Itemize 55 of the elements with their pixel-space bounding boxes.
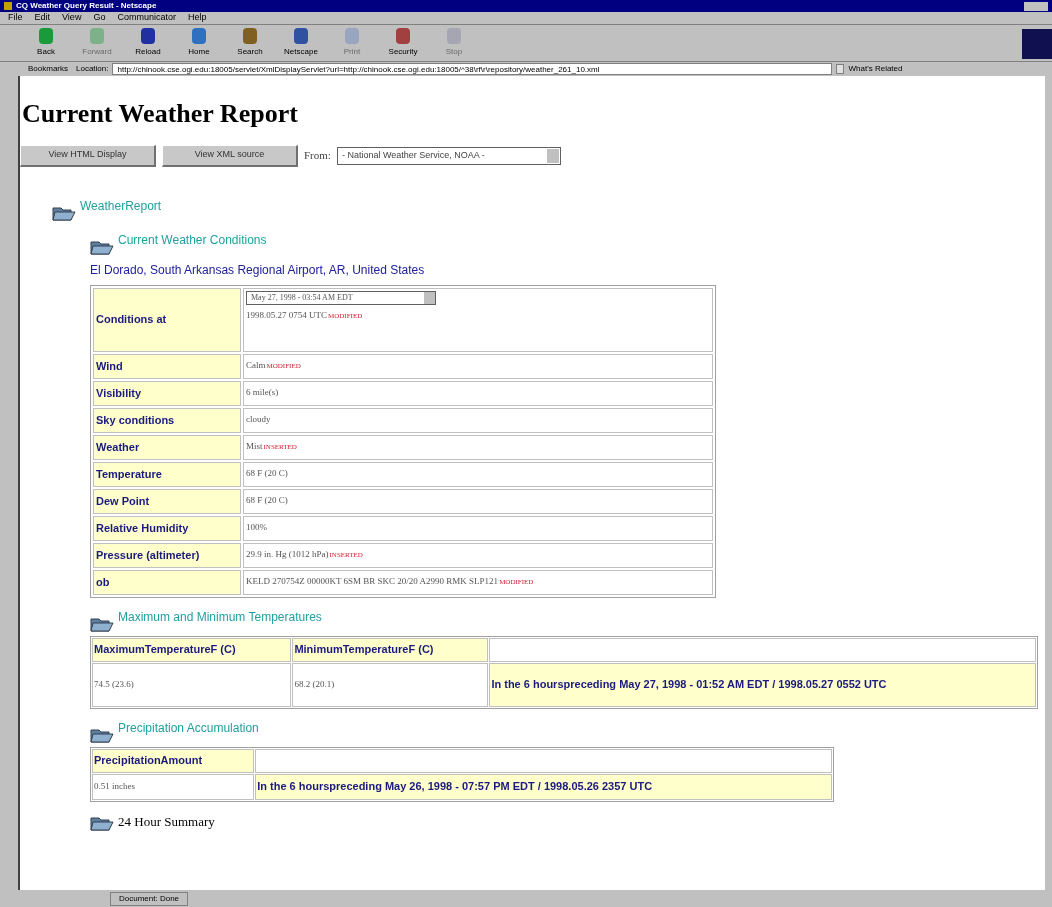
window-title: CQ Weather Query Result - Netscape (16, 0, 158, 12)
url-field[interactable]: http://chinook.cse.ogi.edu:18005/servlet/XmlDisplayServlet?url=http://chinook.cse.ogi.edu:18005/^38\rf\r\repository/weather_261_10.xml (112, 63, 833, 75)
view-button[interactable]: View XML source (162, 144, 298, 167)
row-label: Relative Humidity (93, 515, 241, 541)
menu-item[interactable]: Go (93, 11, 106, 25)
folder-icon[interactable] (90, 726, 114, 743)
toolbar-button[interactable]: Reload (126, 28, 170, 58)
location-label: Location: (76, 63, 109, 75)
page-heading: Current Weather Report (21, 98, 299, 130)
row-label: Wind (93, 353, 241, 379)
table-cell: 68.2 (20.1) (292, 662, 489, 707)
window-icon (4, 2, 12, 10)
station-name: El Dorado, South Arkansas Regional Airport, AR, United States (90, 261, 426, 279)
toolbar-button[interactable]: Netscape (279, 28, 323, 58)
status-text: Document: Done (110, 891, 189, 906)
menu-item[interactable]: Communicator (117, 11, 176, 25)
toolbar-button[interactable]: Security (381, 28, 425, 58)
tree-node-label[interactable]: 24 Hour Summary (118, 811, 215, 831)
row-value: 68 F (20 C) (243, 461, 713, 487)
row-label: ob (93, 569, 241, 595)
menu-item[interactable]: Help (187, 11, 207, 25)
row-label: Weather (93, 434, 241, 460)
date-select[interactable]: May 27, 1998 - 03:54 AM EDT (246, 290, 436, 305)
row-label: Visibility (93, 380, 241, 406)
toolbar-button[interactable]: Search (228, 28, 272, 58)
row-label: Conditions at (93, 287, 241, 352)
row-label: Pressure (altimeter) (93, 542, 241, 568)
row-value: 68 F (20 C) (243, 488, 713, 514)
menu-item[interactable]: Edit (34, 11, 51, 25)
row-value: 100% (243, 515, 713, 541)
table-cell: 74.5 (23.6) (92, 662, 292, 707)
folder-icon[interactable] (52, 204, 76, 221)
row-label: Temperature (93, 461, 241, 487)
row-value: 6 mile(s) (243, 380, 713, 406)
menu-item[interactable]: File (8, 11, 23, 25)
period-cell: In the 6 hourspreceding May 27, 1998 - 01:52 AM EDT / 1998.05.27 0552 UTC (489, 662, 1036, 707)
folder-icon[interactable] (90, 238, 114, 255)
whats-related-button[interactable]: What's Related (848, 63, 903, 75)
bookmarks-button[interactable]: Bookmarks (24, 63, 72, 75)
row-label: Sky conditions (93, 407, 241, 433)
folder-icon[interactable] (90, 615, 114, 632)
source-select[interactable]: - National Weather Service, NOAA - (336, 146, 561, 165)
table-cell: 0.51 inches (92, 773, 255, 800)
view-button[interactable]: View HTML Display (20, 144, 156, 167)
folder-icon[interactable] (90, 815, 114, 831)
toolbar-button[interactable]: Home (177, 28, 221, 58)
menu-item[interactable]: View (62, 11, 82, 25)
column-header: PrecipitationAmount (92, 748, 255, 773)
from-label: From: (304, 148, 331, 164)
column-header: MinimumTemperatureF (C) (292, 637, 489, 662)
period-cell: In the 6 hourspreceding May 26, 1998 - 07:57 PM EDT / 1998.05.26 2357 UTC (255, 773, 832, 800)
row-value: cloudy (243, 407, 713, 433)
toolbar-button[interactable]: Back (24, 28, 68, 58)
row-label: Dew Point (93, 488, 241, 514)
column-header: MaximumTemperatureF (C) (92, 637, 292, 662)
